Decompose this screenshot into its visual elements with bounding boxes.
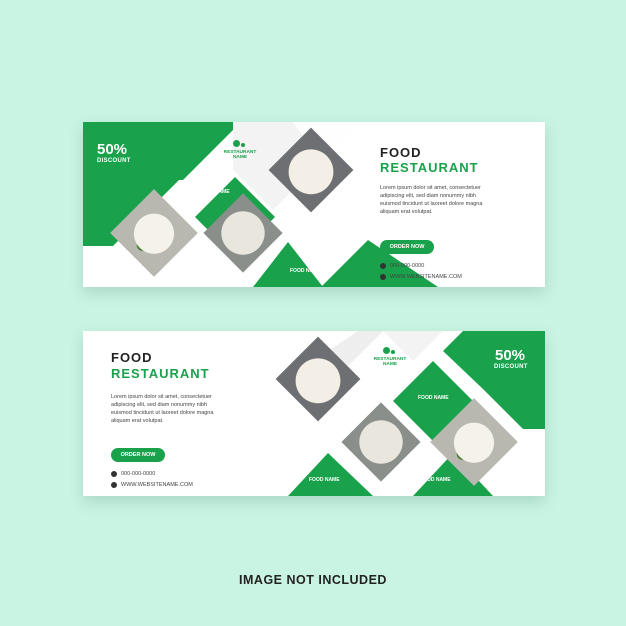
restaurant-logo-icon bbox=[383, 347, 397, 355]
discount-value: 50% bbox=[97, 141, 128, 158]
title-line1: FOOD bbox=[380, 145, 422, 160]
discount-label: DISCOUNT bbox=[97, 158, 131, 164]
body-text: Lorem ipsum dolor sit amet, consectetuer… bbox=[111, 394, 214, 424]
food-name-label: FOOD NAME bbox=[290, 268, 321, 274]
restaurant-name: RESTAURANT NAME bbox=[223, 150, 257, 160]
restaurant-name: RESTAURANT NAME bbox=[373, 357, 407, 367]
website-link[interactable]: WWW.WEBSITENAME.COM bbox=[390, 274, 462, 280]
order-now-button[interactable]: ORDER NOW bbox=[111, 448, 165, 462]
discount-label: DISCOUNT bbox=[494, 364, 528, 370]
food-name-label: FOOD NAME bbox=[309, 477, 340, 483]
phone-number: 000-000-0000 bbox=[390, 263, 425, 269]
restaurant-logo-icon bbox=[233, 140, 247, 148]
restaurant-logo: RESTAURANT NAME bbox=[373, 347, 407, 367]
phone-number: 000-000-0000 bbox=[121, 471, 156, 477]
order-now-button[interactable]: ORDER NOW bbox=[380, 240, 434, 254]
food-name-label: FOOD NAME bbox=[420, 477, 451, 483]
banner-bottom: 50% DISCOUNT RESTAURANT NAME FOOD NAME F… bbox=[83, 331, 545, 496]
title-line2: RESTAURANT bbox=[380, 160, 479, 175]
phone-row: 000-000-0000 bbox=[111, 471, 155, 477]
website-row: WWW.WEBSITENAME.COM bbox=[111, 482, 193, 488]
food-name-label: FOOD NAME bbox=[199, 189, 230, 195]
discount-value: 50% bbox=[495, 347, 526, 364]
restaurant-logo: RESTAURANT NAME bbox=[223, 140, 257, 160]
body-text: Lorem ipsum dolor sit amet, consectetuer… bbox=[380, 185, 483, 215]
banner-top: 50% DISCOUNT RESTAURANT NAME FOOD NAME F… bbox=[83, 122, 545, 287]
food-name-label: FOOD NAME bbox=[418, 395, 449, 401]
globe-icon bbox=[111, 482, 117, 488]
title-line1: FOOD bbox=[111, 350, 153, 365]
phone-row: 000-000-0000 bbox=[380, 263, 424, 269]
website-row: WWW.WEBSITENAME.COM bbox=[380, 274, 462, 280]
phone-icon bbox=[380, 263, 386, 269]
footer-note: IMAGE NOT INCLUDED bbox=[239, 573, 387, 587]
phone-icon bbox=[111, 471, 117, 477]
website-link[interactable]: WWW.WEBSITENAME.COM bbox=[121, 482, 193, 488]
food-name-label: FOOD NAME bbox=[173, 268, 204, 274]
globe-icon bbox=[380, 274, 386, 280]
title-line2: RESTAURANT bbox=[111, 366, 210, 381]
